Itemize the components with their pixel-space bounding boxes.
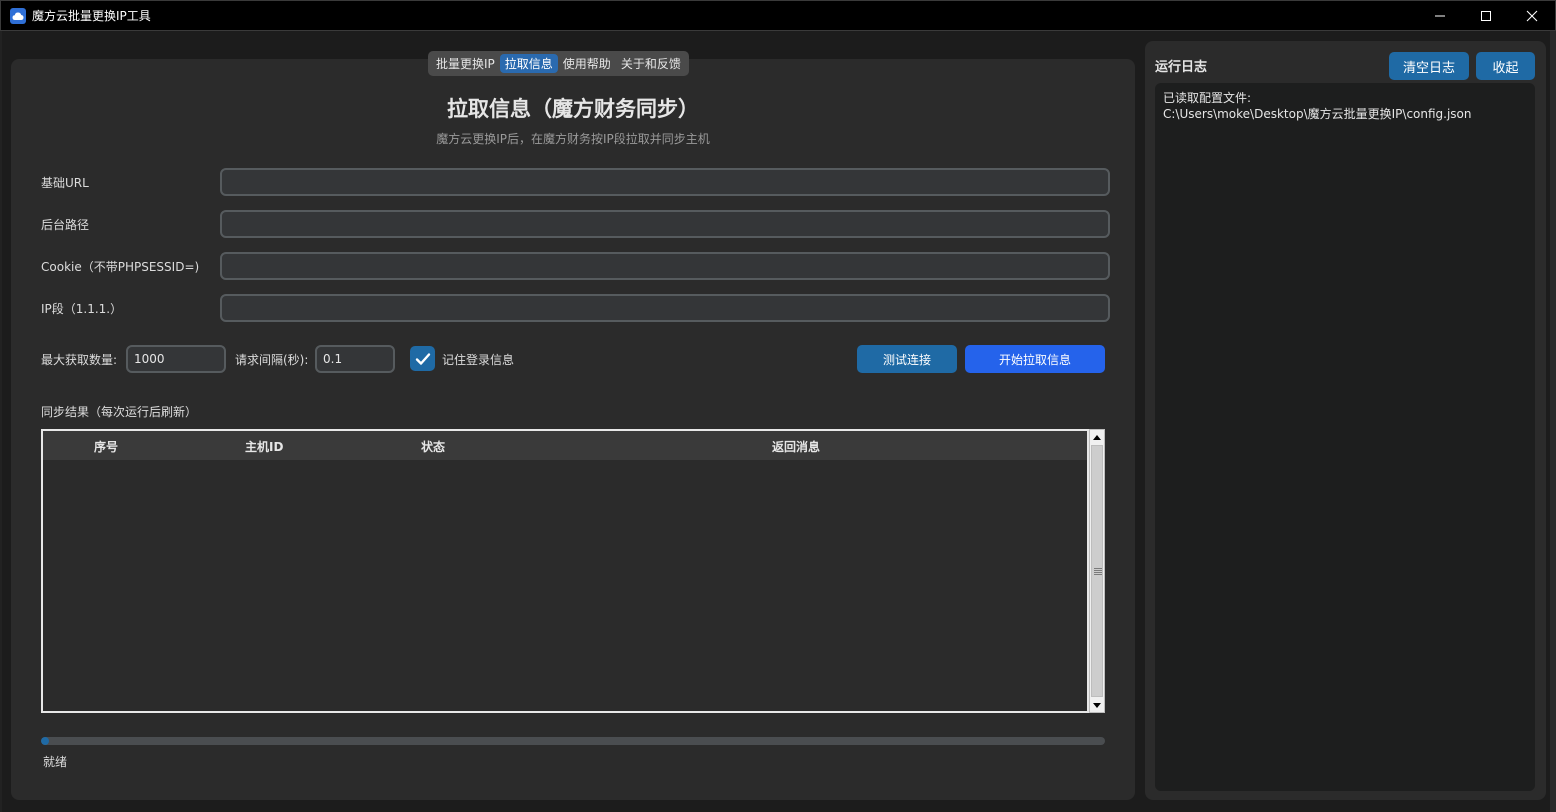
tab-about-feedback[interactable]: 关于和反馈 xyxy=(616,54,686,73)
tab-bar: 批量更换IP 拉取信息 使用帮助 关于和反馈 xyxy=(428,51,689,76)
grip-line xyxy=(1094,570,1102,571)
admin-path-label: 后台路径 xyxy=(41,218,90,232)
clear-log-button[interactable]: 清空日志 xyxy=(1389,52,1469,80)
results-section-label: 同步结果（每次运行后刷新） xyxy=(41,405,198,419)
interval-label: 请求间隔(秒): xyxy=(235,353,309,367)
test-connection-button[interactable]: 测试连接 xyxy=(857,345,957,373)
page-subtitle: 魔方云更换IP后，在魔方财务按IP段拉取并同步主机 xyxy=(436,132,710,146)
base-url-input[interactable] xyxy=(220,168,1110,196)
tab-help[interactable]: 使用帮助 xyxy=(558,54,616,73)
window-title: 魔方云批量更换IP工具 xyxy=(32,9,151,23)
grip-line xyxy=(1094,568,1102,569)
maximize-button[interactable] xyxy=(1463,1,1509,31)
page-title: 拉取信息（魔方财务同步） xyxy=(447,97,699,121)
tab-fetch-info[interactable]: 拉取信息 xyxy=(499,54,558,73)
arrow-up-icon xyxy=(1093,434,1101,440)
minimize-icon xyxy=(1435,15,1445,17)
cookie-label: Cookie（不带PHPSESSID=) xyxy=(41,260,200,274)
max-fetch-input[interactable] xyxy=(126,345,226,373)
maximize-icon xyxy=(1481,11,1491,21)
cookie-input[interactable] xyxy=(220,252,1110,280)
close-button[interactable] xyxy=(1509,1,1555,31)
interval-input[interactable] xyxy=(315,345,395,373)
ip-segment-label: IP段（1.1.1.） xyxy=(41,302,123,316)
arrow-down-icon xyxy=(1093,702,1101,708)
window-edge-right xyxy=(1550,31,1556,812)
collapse-log-button[interactable]: 收起 xyxy=(1476,52,1535,80)
column-header-message[interactable]: 返回消息 xyxy=(772,438,820,455)
admin-path-input[interactable] xyxy=(220,210,1110,238)
window-edge-left xyxy=(0,31,2,812)
table-header: 序号 主机ID 状态 返回消息 xyxy=(43,431,1087,460)
scroll-thumb[interactable] xyxy=(1091,445,1103,697)
checkmark-icon xyxy=(415,352,430,365)
log-title: 运行日志 xyxy=(1155,60,1208,75)
minimize-button[interactable] xyxy=(1417,1,1463,31)
title-bar: 魔方云批量更换IP工具 xyxy=(0,0,1556,31)
max-fetch-label: 最大获取数量: xyxy=(41,353,118,367)
scroll-up-arrow[interactable] xyxy=(1090,430,1104,444)
column-header-index[interactable]: 序号 xyxy=(94,438,118,455)
close-icon xyxy=(1526,10,1538,22)
log-textarea[interactable]: 已读取配置文件: C:\Users\moke\Desktop\魔方云批量更换IP… xyxy=(1155,83,1535,791)
results-scrollbar[interactable] xyxy=(1089,429,1105,713)
scroll-down-arrow[interactable] xyxy=(1090,698,1104,712)
results-table[interactable]: 序号 主机ID 状态 返回消息 xyxy=(41,429,1089,713)
tab-batch-change-ip[interactable]: 批量更换IP xyxy=(431,54,500,73)
base-url-label: 基础URL xyxy=(41,176,89,190)
remember-login-checkbox[interactable] xyxy=(410,346,435,371)
cloud-icon xyxy=(10,7,26,24)
progress-fill xyxy=(41,737,49,745)
column-header-host-id[interactable]: 主机ID xyxy=(245,438,283,455)
status-text: 就绪 xyxy=(43,755,68,769)
remember-login-label: 记住登录信息 xyxy=(442,353,515,367)
grip-line xyxy=(1094,572,1102,573)
ip-segment-input[interactable] xyxy=(220,294,1110,322)
progress-bar xyxy=(41,737,1105,745)
column-header-status[interactable]: 状态 xyxy=(421,438,445,455)
grip-line xyxy=(1094,574,1102,575)
start-fetch-button[interactable]: 开始拉取信息 xyxy=(965,345,1105,373)
